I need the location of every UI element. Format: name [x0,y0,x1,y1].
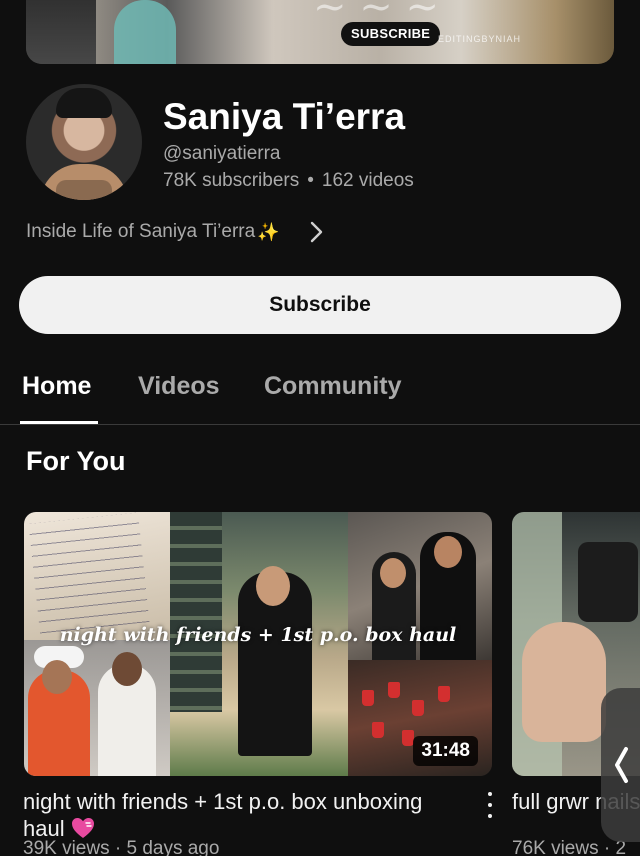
banner-photo-figure [114,0,176,64]
active-tab-indicator [20,421,98,424]
channel-description[interactable]: Inside Life of Saniya Ti’erra ✨ [26,220,326,244]
red-cup [388,682,400,698]
photo-face [112,652,142,686]
more-vert-icon[interactable] [480,792,500,818]
photo-face [42,660,72,694]
description-text: Inside Life of Saniya Ti’erra [26,221,256,242]
channel-tabs: Home Videos Community [0,360,640,425]
tab-videos[interactable]: Videos [138,372,220,401]
banner-subscribe-badge: SUBSCRIBE [341,22,441,46]
video-meta-2: 76K views · 2 [512,838,627,856]
channel-handle: @saniyatierra [163,143,281,164]
thumbnail-caption: night with friends + 1st p.o. box haul [59,624,457,646]
photo-camera [578,542,638,622]
sparkle-icon: ✨ [257,221,280,242]
tab-community[interactable]: Community [264,372,402,401]
channel-banner: ~ ~ ~ SUBSCRIBE EDITINGBYNIAH [26,0,614,64]
thumbnail-note-photo [24,512,170,640]
note-lines [28,512,150,634]
tab-home[interactable]: Home [22,372,91,401]
side-panel-handle[interactable] [601,688,640,842]
video-count: 162 videos [321,170,414,191]
banner-credit: EDITINGBYNIAH [438,34,522,44]
red-cup [438,686,450,702]
chevron-left-icon [615,747,628,783]
video-thumbnail[interactable]: night with friends + 1st p.o. box haul 3… [24,512,492,776]
store-shelf [170,512,222,712]
channel-stats: 78K subscribers • 162 videos [163,170,414,192]
video-duration: 31:48 [413,736,478,766]
red-cup [372,722,384,738]
heart-icon [71,818,94,838]
photo-face [256,566,290,606]
channel-avatar[interactable] [26,84,142,200]
thumbnail-couple-photo [24,640,170,776]
avatar-hair [56,88,112,118]
video-title[interactable]: night with friends + 1st p.o. box unboxi… [23,788,463,842]
red-cup [362,690,374,706]
avatar-top [56,180,112,200]
red-cup [402,730,414,746]
banner-photo-left [26,0,96,64]
red-cup [412,700,424,716]
photo-face [434,536,462,568]
subscriber-count: 78K subscribers [163,170,300,191]
channel-page: ~ ~ ~ SUBSCRIBE EDITINGBYNIAH Saniya Ti’… [0,0,640,856]
photo-face [380,558,406,588]
subscribe-button[interactable]: Subscribe [19,276,621,334]
section-title: For You [26,446,126,476]
chevron-right-icon [310,221,322,243]
channel-name: Saniya Ti’erra [163,96,406,137]
photo-hand [522,622,606,742]
stats-separator: • [307,170,314,191]
video-meta: 39K views · 5 days ago [23,838,220,856]
